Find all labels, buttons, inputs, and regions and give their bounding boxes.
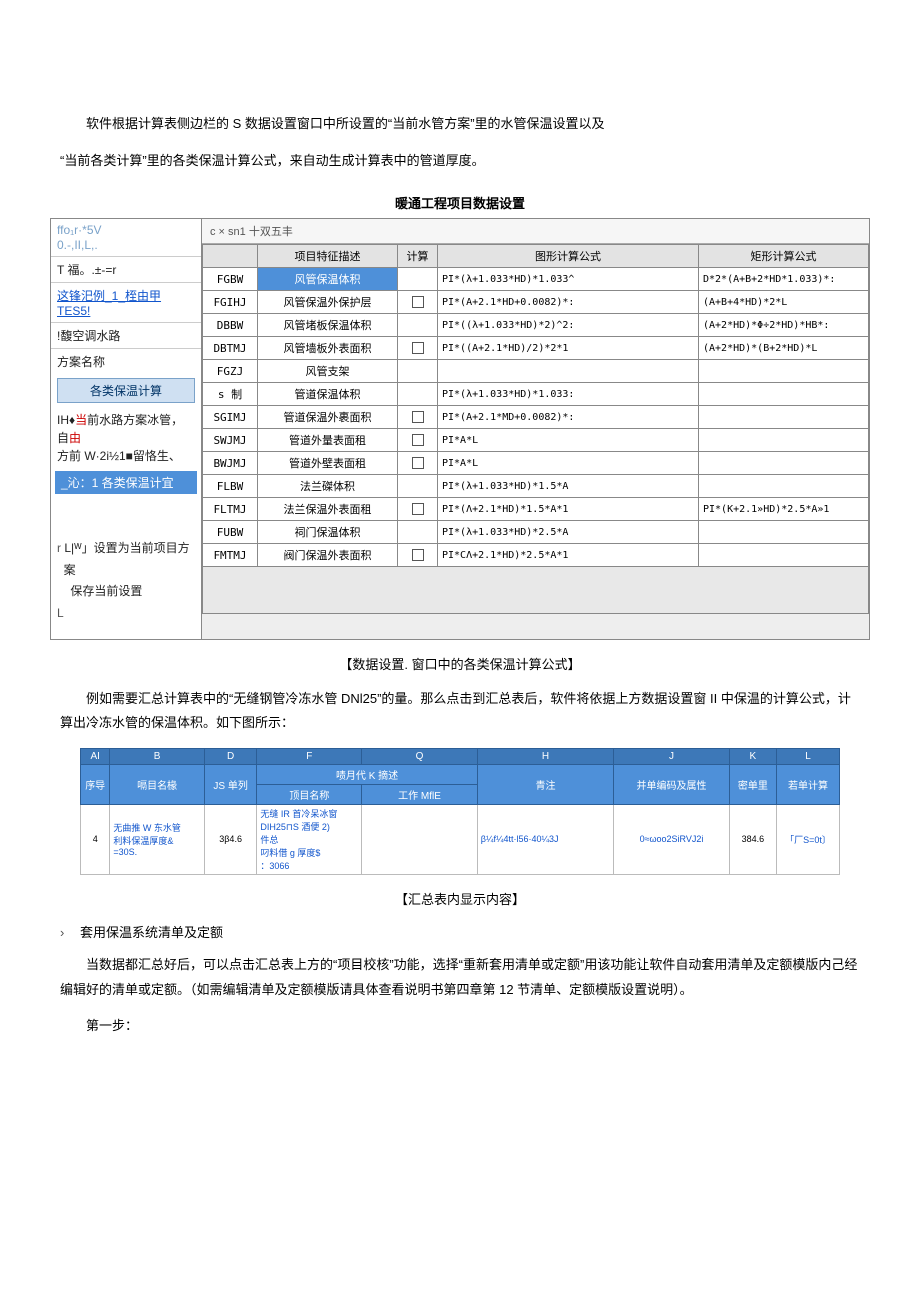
h-H: H (477, 748, 613, 764)
table-row[interactable]: BWJMJ管道外壁表面租PI*A*L (203, 452, 869, 475)
table-row[interactable]: FGIHJ风管保温外保护层PI*(A+2.1*HD+0.0082)*:(A+B+… (203, 291, 869, 314)
side-highlight[interactable]: _沁：1 各类保温计宜 (55, 471, 197, 494)
h-F: F (257, 748, 362, 764)
h-proj: 顶目名称 (257, 784, 362, 804)
h-seq: 序导 (81, 764, 110, 804)
table-row[interactable]: FGZJ风管支架 (203, 360, 869, 383)
side-water: !馥空调水路 (51, 322, 201, 348)
table-row[interactable]: s 制管道保温体积PI*(λ+1.033*HD)*1.033: (203, 383, 869, 406)
settings-panel: ffo₁r·*5V 0.-,II,L,. T 福。.±-=r 这锋汜例_1_桎由… (50, 218, 870, 639)
col-desc: 项目特征描述 (258, 245, 398, 268)
para-3: 当数据都汇总好后，可以点击汇总表上方的“项目校核”功能，选择“重新套用清单或定额… (60, 953, 860, 1002)
settings-sidebar: ffo₁r·*5V 0.-,II,L,. T 福。.±-=r 这锋汜例_1_桎由… (51, 219, 202, 638)
chevron-right-icon: › (60, 925, 64, 940)
table-row[interactable]: DBTMJ风管墙板外表面积PI*((A+2.1*HD)/2)*2*1(A+2*H… (203, 337, 869, 360)
checkbox[interactable] (412, 549, 424, 561)
table-row[interactable]: FUBW祠门保温体积PI*(λ+1.033*HD)*2.5*A (203, 521, 869, 544)
summary-row[interactable]: 4 无曲推 W 东水管 利料保温厚度& =30S. 3β4.6 无缝 IR 首冷… (81, 804, 840, 874)
mid-para: 例如需要汇总计算表中的“无缝钢管冷冻水管 DNl25”的量。那么点击到汇总表后，… (60, 687, 860, 736)
h-K: K (729, 748, 776, 764)
side-plan-label: 方案名称 (51, 348, 201, 374)
summary-table-wrap: AI B D F Q H J K L 序导 嗝目名椽 JS 单列 啧月代 K 摘… (80, 748, 840, 875)
side-bottom: r L|ᵂ」设置为当前项目方 案 保存当前设置 L (51, 534, 201, 628)
h-B: B (110, 748, 204, 764)
formula-table: 项目特征描述 计算 图形计算公式 矩形计算公式 FGBW风管保温体积PI*(λ+… (202, 244, 869, 614)
bullet-line: › 套用保温系统清单及定额 (60, 922, 860, 941)
side-top-1: ffo₁r·*5V 0.-,II,L,. (51, 219, 201, 256)
h-js: JS 单列 (204, 764, 256, 804)
checkbox[interactable] (412, 411, 424, 423)
table-row[interactable]: FGBW风管保温体积PI*(λ+1.033*HD)*1.033^D*2*(A+B… (203, 268, 869, 291)
intro-line-2: “当前各类计算”里的各类保温计算公式，来自动生成计算表中的管道厚度。 (60, 149, 860, 174)
table-row[interactable]: SGIMJ管道保温外裹面积PI*(A+2.1*MD+0.0082)*: (203, 406, 869, 429)
side-line-t: T 福。.±-=r (51, 256, 201, 282)
h-qty: 密单里 (729, 764, 776, 804)
checkbox[interactable] (412, 503, 424, 515)
h-work: 工作 MflE (362, 784, 477, 804)
col-rformula: 矩形计算公式 (699, 245, 869, 268)
h-A: AI (81, 748, 110, 764)
h-calc: 若单计算 (776, 764, 839, 804)
para-4: 第一步： (60, 1014, 860, 1039)
caption-1: 【数据设置. 窗口中的各类保温计算公式】 (60, 654, 860, 673)
table-row[interactable]: FLBW法兰磔体积PI*(λ+1.033*HD)*1.5*A (203, 475, 869, 498)
checkbox[interactable] (412, 342, 424, 354)
h-J: J (614, 748, 729, 764)
h-L: L (776, 748, 839, 764)
h-D: D (204, 748, 256, 764)
h-code: 并单编码及属性 (614, 764, 729, 804)
settings-title: 暖通工程项目数据设置 (60, 193, 860, 212)
side-desc: IH♦当前水路方案冰管，自由 方前 W·2i½1■留恪生、 (51, 407, 201, 469)
settings-main: c × sn1 十双五丰 项目特征描述 计算 图形计算公式 矩形计算公式 FGB… (202, 219, 869, 638)
h-span: 啧月代 K 摘述 (257, 764, 477, 784)
table-row[interactable]: DBBW风管堵板保温体积PI*((λ+1.033*HD)*2)^2:(A+2*H… (203, 314, 869, 337)
side-example[interactable]: 这锋汜例_1_桎由甲 TES5! (51, 282, 201, 322)
tabbar[interactable]: c × sn1 十双五丰 (202, 219, 869, 244)
checkbox[interactable] (412, 296, 424, 308)
h-note: 青注 (477, 764, 613, 804)
table-row[interactable]: FLTMJ法兰保温外表面租PI*(Λ+2.1*HD)*1.5*A*1PI*(K+… (203, 498, 869, 521)
h-name: 嗝目名椽 (110, 764, 204, 804)
checkbox[interactable] (412, 434, 424, 446)
col-gformula: 图形计算公式 (438, 245, 699, 268)
table-row[interactable]: FMTMJ阀门保温外表面积PI*CΛ+2.1*HD)*2.5*A*1 (203, 544, 869, 567)
h-Q: Q (362, 748, 477, 764)
col-calc: 计算 (398, 245, 438, 268)
table-row[interactable]: SWJMJ管道外量表面租PI*A*L (203, 429, 869, 452)
intro-line-1: 软件根据计算表侧边栏的 S 数据设置窗口中所设置的“当前水管方案”里的水管保温设… (60, 112, 860, 137)
checkbox[interactable] (412, 457, 424, 469)
btn-calc-types[interactable]: 各类保温计算 (57, 378, 195, 403)
summary-table: AI B D F Q H J K L 序导 嗝目名椽 JS 单列 啧月代 K 摘… (80, 748, 840, 875)
col-code (203, 245, 258, 268)
caption-2: 【汇总表内显示内容】 (60, 889, 860, 908)
